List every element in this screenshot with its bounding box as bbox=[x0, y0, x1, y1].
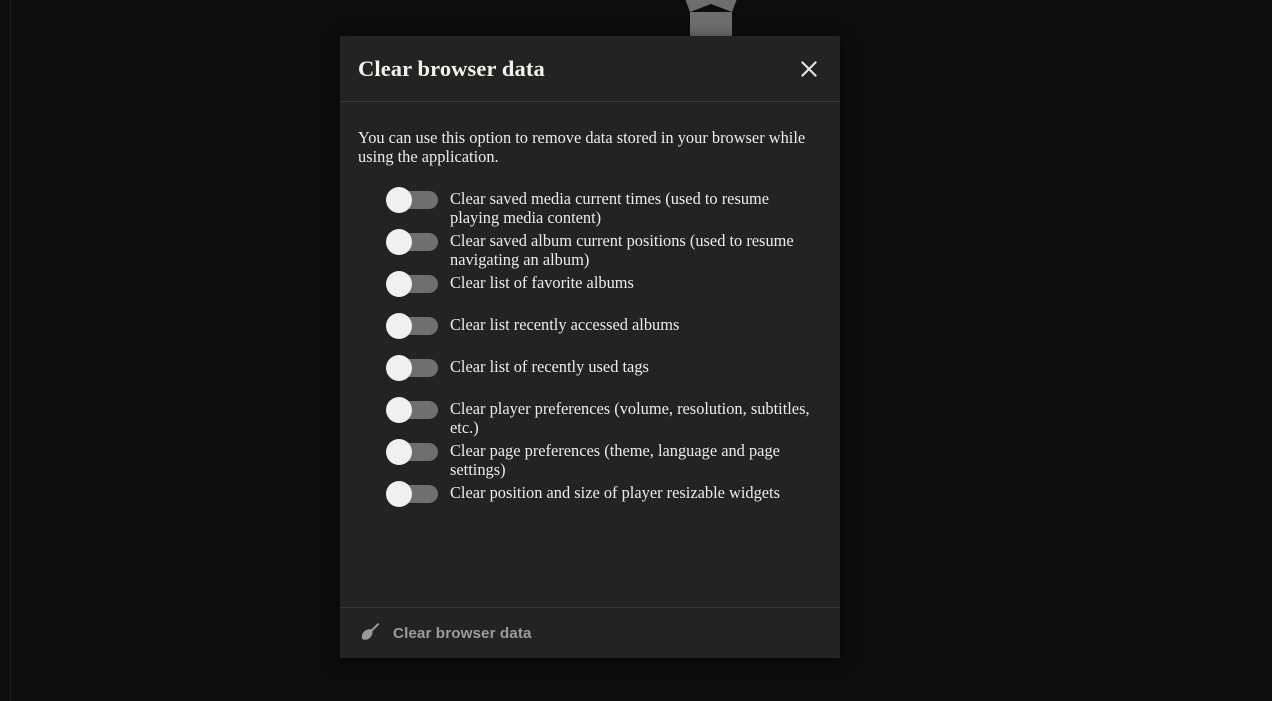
clear-browser-data-dialog: Clear browser data You can use this opti… bbox=[340, 36, 840, 658]
option-row[interactable]: Clear player preferences (volume, resolu… bbox=[358, 396, 822, 438]
page-root: Clear browser data You can use this opti… bbox=[0, 0, 1272, 701]
close-icon[interactable] bbox=[792, 52, 826, 86]
option-label: Clear position and size of player resiza… bbox=[450, 483, 780, 502]
option-row[interactable]: Clear list of recently used tags bbox=[358, 354, 822, 396]
option-label: Clear saved album current positions (use… bbox=[450, 231, 794, 269]
toggle-knob bbox=[386, 271, 412, 297]
toggle-knob bbox=[386, 313, 412, 339]
toggle-knob bbox=[386, 397, 412, 423]
option-label: Clear player preferences (volume, resolu… bbox=[450, 399, 810, 437]
clear-browser-data-button[interactable]: Clear browser data bbox=[358, 622, 532, 644]
option-row[interactable]: Clear position and size of player resiza… bbox=[358, 480, 822, 522]
option-row[interactable]: Clear saved media current times (used to… bbox=[358, 186, 822, 228]
intro-text: You can use this option to remove data s… bbox=[358, 128, 806, 166]
toggle-clear-player-preferences[interactable] bbox=[386, 396, 438, 424]
toggle-clear-recently-accessed-albums[interactable] bbox=[386, 312, 438, 340]
option-row[interactable]: Clear list recently accessed albums bbox=[358, 312, 822, 354]
toggle-clear-favorite-albums[interactable] bbox=[386, 270, 438, 298]
toggle-knob bbox=[386, 355, 412, 381]
option-label: Clear list of favorite albums bbox=[450, 273, 634, 292]
toggle-knob bbox=[386, 187, 412, 213]
toggle-clear-saved-album-current-positions[interactable] bbox=[386, 228, 438, 256]
dialog-header: Clear browser data bbox=[340, 36, 840, 102]
toggle-knob bbox=[386, 481, 412, 507]
toggle-knob bbox=[386, 229, 412, 255]
toggle-knob bbox=[386, 439, 412, 465]
option-label: Clear list of recently used tags bbox=[450, 357, 649, 376]
option-label: Clear page preferences (theme, language … bbox=[450, 441, 780, 479]
clear-browser-data-button-label: Clear browser data bbox=[393, 624, 532, 642]
toggle-clear-recently-used-tags[interactable] bbox=[386, 354, 438, 382]
dialog-footer: Clear browser data bbox=[340, 607, 840, 658]
option-row[interactable]: Clear page preferences (theme, language … bbox=[358, 438, 822, 480]
page-left-divider bbox=[10, 0, 11, 701]
toggle-clear-page-preferences[interactable] bbox=[386, 438, 438, 466]
dialog-body: You can use this option to remove data s… bbox=[340, 102, 840, 607]
toggle-clear-saved-media-current-times[interactable] bbox=[386, 186, 438, 214]
option-row[interactable]: Clear list of favorite albums bbox=[358, 270, 822, 312]
toggle-clear-player-widget-layout[interactable] bbox=[386, 480, 438, 508]
dialog-title: Clear browser data bbox=[358, 55, 545, 81]
inbox-box-icon bbox=[676, 0, 746, 38]
broom-icon bbox=[358, 622, 380, 644]
option-label: Clear list recently accessed albums bbox=[450, 315, 680, 334]
options-list: Clear saved media current times (used to… bbox=[358, 186, 822, 522]
option-row[interactable]: Clear saved album current positions (use… bbox=[358, 228, 822, 270]
option-label: Clear saved media current times (used to… bbox=[450, 189, 770, 227]
